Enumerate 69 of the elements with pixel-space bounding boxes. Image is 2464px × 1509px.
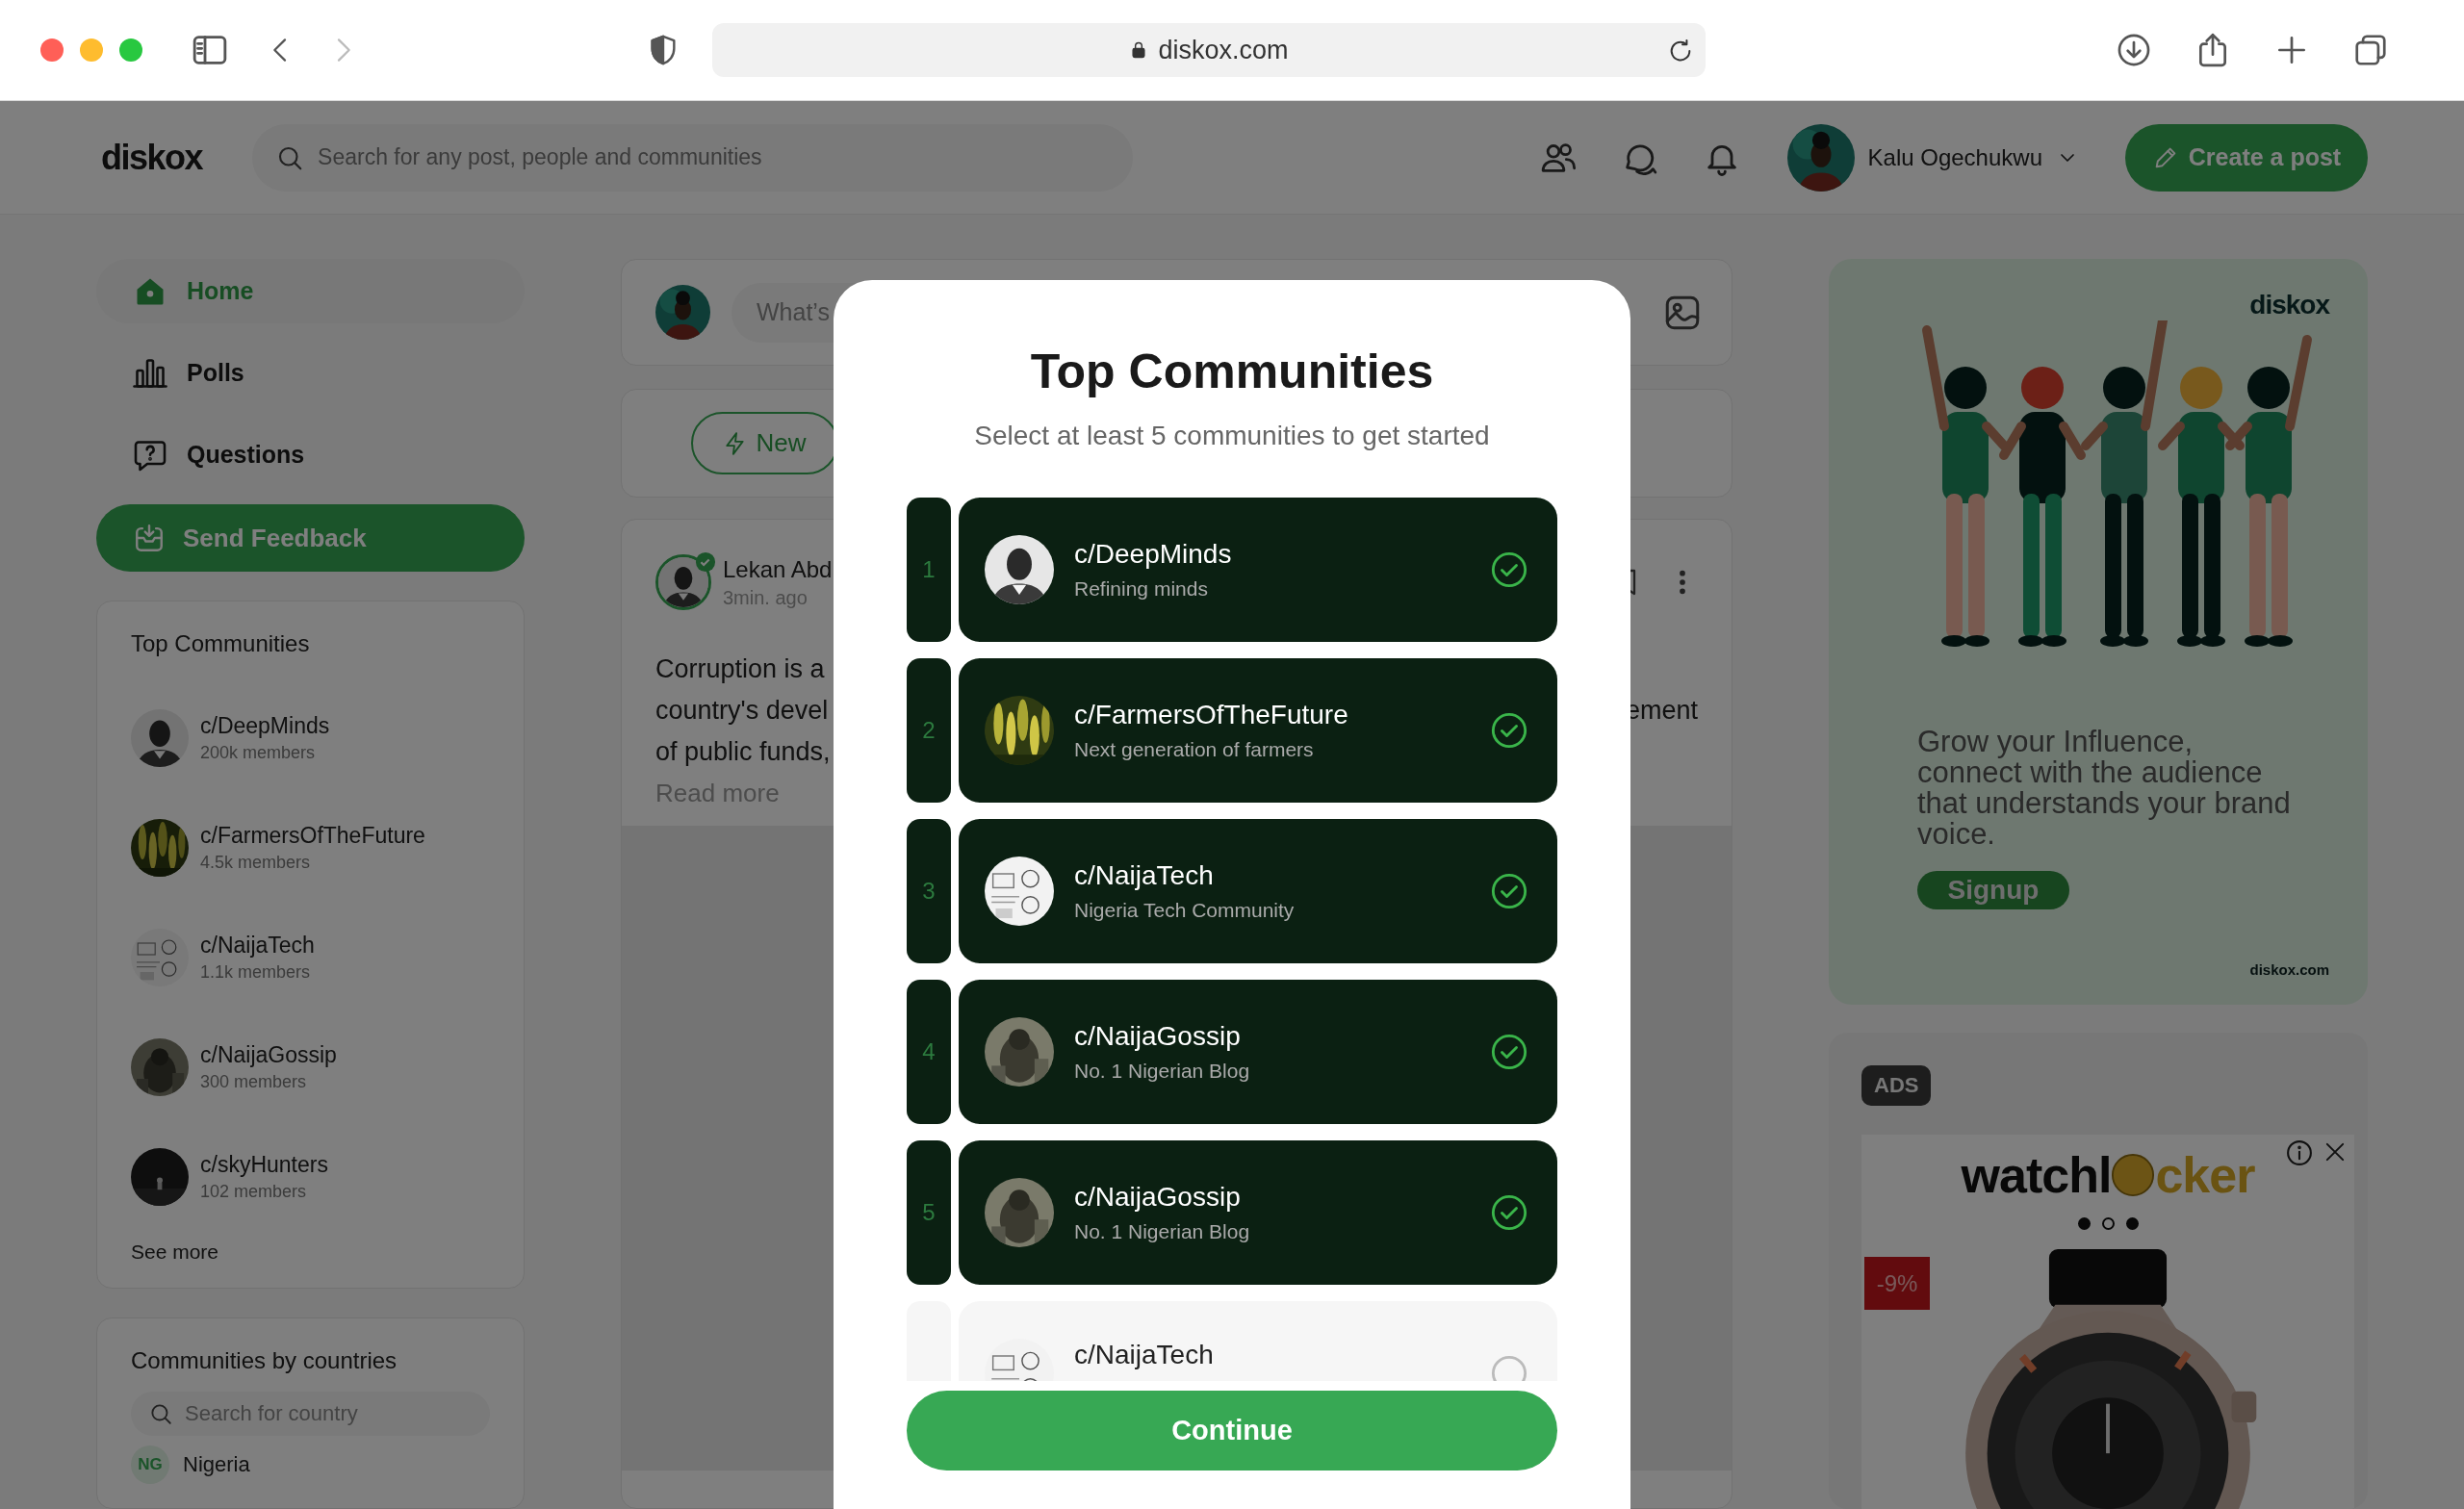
site-address: diskox.com [2249, 961, 2329, 978]
community-name[interactable]: c/NaijaGossip [200, 1042, 337, 1068]
community-option[interactable]: c/NaijaGossip No. 1 Nigerian Blog [959, 1140, 1557, 1285]
search-field[interactable]: Search for any post, people and communities [252, 123, 1134, 192]
community-description: Next generation of farmers [1074, 738, 1315, 761]
community-name[interactable]: c/skyHunters [200, 1152, 328, 1178]
community-description: No. 1 Nigerian Blog [1074, 1220, 1251, 1243]
url-text: diskox.com [1158, 35, 1289, 65]
modal-subtitle: Select at least 5 communities to get started [974, 421, 1490, 451]
card-title: Communities by countries [131, 1347, 398, 1374]
community-name: c/NaijaGossip [1074, 1021, 1242, 1052]
nav-item[interactable]: Questions [96, 422, 525, 487]
promo-text: Grow your Influence, connect with the audience that understands your brand voice. [1917, 727, 2292, 850]
info-icon[interactable] [2285, 1138, 2314, 1167]
logo-text: watchl [1961, 1146, 2112, 1204]
discount-badge: -9% [1864, 1257, 1930, 1310]
post-text-line: Corruption is a [655, 653, 825, 685]
nav-item[interactable]: Polls [96, 341, 525, 405]
check-circle-icon[interactable] [1490, 872, 1528, 910]
community-option[interactable]: c/DeepMinds Refining minds [959, 498, 1557, 642]
community-name: c/NaijaGossip [1074, 1182, 1242, 1213]
community-name: c/DeepMinds [1074, 539, 1233, 570]
carousel-dot[interactable] [2125, 1217, 2139, 1230]
search-icon [148, 1401, 173, 1426]
coin-icon [2111, 1153, 2156, 1197]
community-description: Nigeria Tech Community [1074, 899, 1296, 922]
member-count: 1.1k members [200, 962, 312, 983]
check-circle-icon[interactable] [1490, 711, 1528, 750]
download-icon[interactable] [2116, 32, 2152, 68]
community-option[interactable]: c/NaijaTech Nigeria Tech Community [959, 819, 1557, 963]
tabs-icon[interactable] [2352, 32, 2389, 68]
post-text-line: country's devel [655, 695, 829, 727]
logo-text: cker [2155, 1146, 2255, 1204]
check-circle-icon[interactable] [1490, 550, 1528, 589]
community-description: Refining minds [1074, 577, 1209, 601]
community-option[interactable]: c/FarmersOfTheFuture Next generation of farmers [959, 658, 1557, 803]
community-name[interactable]: c/DeepMinds [200, 713, 330, 739]
community-name: c/NaijaTech [1074, 1340, 1215, 1370]
community-name: c/NaijaTech [1074, 860, 1215, 891]
country-code-badge: NG [131, 1445, 169, 1484]
member-count: 4.5k members [200, 853, 312, 873]
carousel-dot[interactable] [2077, 1217, 2091, 1230]
post-text-line: of public funds, [655, 736, 831, 768]
community-name: c/FarmersOfTheFuture [1074, 700, 1349, 730]
logo: diskox [2249, 290, 2329, 320]
ad-banner[interactable]: watchl cker -9% [1861, 1135, 2354, 1509]
user-name[interactable]: Kalu Ogechukwu [1867, 143, 2042, 171]
member-count: 200k members [200, 743, 317, 763]
continue-button[interactable]: Continue [907, 1391, 1557, 1471]
logo[interactable]: diskox [101, 137, 203, 178]
ads-badge: ADS [1861, 1065, 1932, 1106]
community-option[interactable]: c/NaijaGossip No. 1 Nigerian Blog [959, 980, 1557, 1124]
community-name[interactable]: c/FarmersOfTheFuture [200, 823, 425, 849]
inbox-icon [133, 522, 166, 554]
see-more-link[interactable]: See more [131, 1240, 490, 1264]
country-name[interactable]: Nigeria [183, 1452, 250, 1477]
community-name[interactable]: c/NaijaTech [200, 933, 315, 959]
check-circle-icon[interactable] [1490, 1033, 1528, 1071]
check-circle-icon[interactable] [1490, 1193, 1528, 1232]
member-count: 300 members [200, 1072, 308, 1092]
close-window-button[interactable] [40, 38, 64, 62]
modal-title: Top Communities [1030, 344, 1434, 399]
community-option[interactable]: c/NaijaTech [959, 1301, 1557, 1381]
member-count: 102 members [200, 1182, 308, 1202]
carousel-dot[interactable] [2101, 1217, 2115, 1230]
author-name[interactable]: Lekan Abd [723, 555, 833, 583]
address-bar[interactable]: diskox.com [712, 23, 1706, 77]
card-title: Top Communities [131, 630, 311, 657]
community-description: No. 1 Nigerian Blog [1074, 1060, 1251, 1083]
